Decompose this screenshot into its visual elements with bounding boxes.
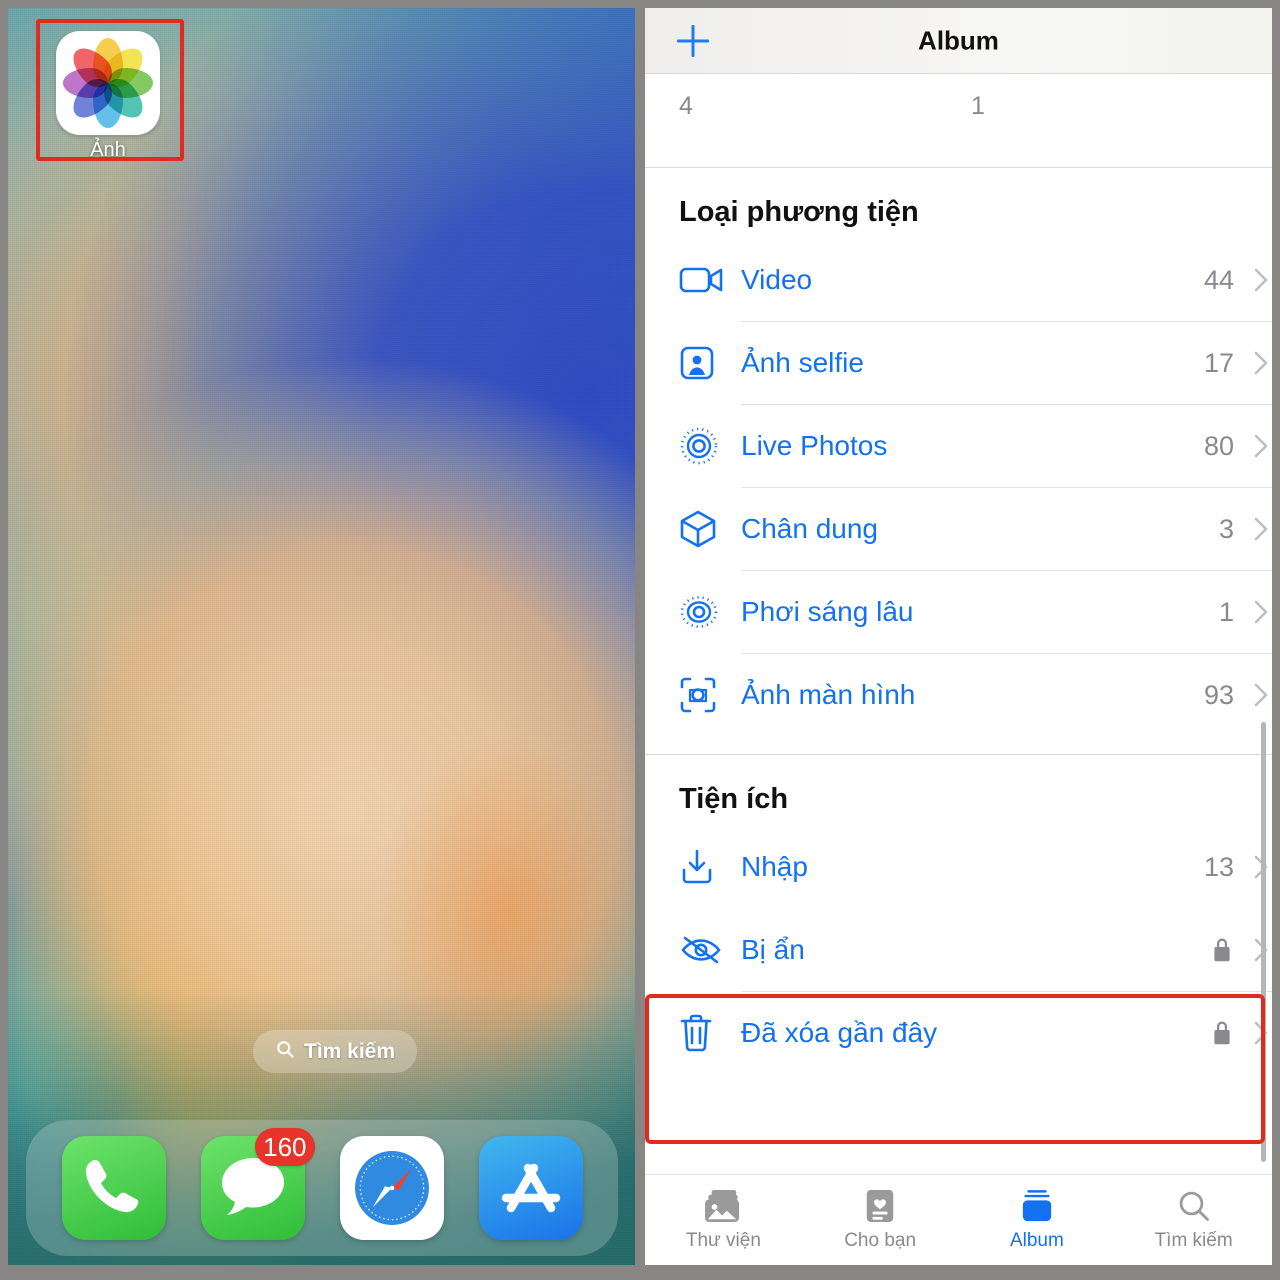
row-count: 13 <box>1203 851 1234 882</box>
video-icon <box>679 263 741 297</box>
row-portrait[interactable]: Chân dung 3 <box>645 488 1272 570</box>
partial-album-counts: 4 1 <box>679 92 1238 121</box>
tab-library[interactable]: Thư viện <box>645 1175 802 1265</box>
row-label: Ảnh màn hình <box>741 679 916 710</box>
row-recently-deleted[interactable]: Đã xóa gần đây <box>645 992 1272 1074</box>
dock-app-messages[interactable]: 160 <box>200 1128 315 1240</box>
page-title: Album <box>918 25 999 55</box>
utility-rows: Nhập 13 Bị ẩn Đã xóa gần đây <box>645 826 1272 1074</box>
home-search-pill[interactable]: Tìm kiếm <box>253 1030 418 1073</box>
lock-icon <box>1212 1020 1232 1046</box>
iphone-home-screen: Ảnh Tìm kiếm 160 <box>8 8 635 1265</box>
partial-count-1: 4 <box>679 92 693 120</box>
chevron-right-icon <box>1250 433 1272 459</box>
cube-icon <box>679 509 741 549</box>
chevron-right-icon <box>1250 267 1272 293</box>
section-title-utilities: Tiện ích <box>679 783 789 815</box>
row-screenshots[interactable]: Ảnh màn hình 93 <box>645 654 1272 736</box>
section-title-media-types: Loại phương tiện <box>679 196 919 228</box>
row-hidden[interactable]: Bị ẩn <box>645 909 1272 991</box>
wallpaper-grain <box>8 8 635 1265</box>
row-count: 3 <box>1218 513 1234 544</box>
home-app-photos[interactable]: Ảnh <box>36 19 180 161</box>
partial-album-row: 4 1 <box>645 74 1272 167</box>
row-label: Bị ẩn <box>741 934 805 965</box>
trash-icon <box>679 1013 741 1053</box>
row-imports[interactable]: Nhập 13 <box>645 826 1272 908</box>
library-icon <box>704 1188 742 1224</box>
photos-app-label: Ảnh <box>90 139 126 161</box>
eye-slash-icon <box>679 934 741 966</box>
dock-app-safari[interactable] <box>339 1136 444 1240</box>
album-scroll-area[interactable]: 4 1 Loại phương tiện Video 44 Ảnh selfie… <box>645 74 1272 1174</box>
dock-app-phone[interactable] <box>61 1136 166 1240</box>
tab-for-you[interactable]: Cho bạn <box>802 1175 959 1265</box>
partial-count-2: 1 <box>971 92 985 120</box>
row-count: 44 <box>1203 264 1234 295</box>
chevron-right-icon <box>1250 350 1272 376</box>
home-search-label: Tìm kiếm <box>304 1039 396 1063</box>
chevron-right-icon <box>1250 682 1272 708</box>
chevron-right-icon <box>1250 516 1272 542</box>
screenshot-root: Ảnh Tìm kiếm 160 Album 4 1 Loại phương t… <box>0 0 1280 1280</box>
row-video[interactable]: Video 44 <box>645 239 1272 321</box>
row-label: Phơi sáng lâu <box>741 596 914 627</box>
chevron-right-icon <box>1250 599 1272 625</box>
row-count: 80 <box>1203 430 1234 461</box>
selfie-icon <box>679 345 741 381</box>
row-count: 1 <box>1218 596 1234 627</box>
row-label: Nhập <box>741 851 808 882</box>
row-label: Đã xóa gần đây <box>741 1017 938 1048</box>
row-label: Ảnh selfie <box>741 347 864 378</box>
long-exposure-icon <box>679 592 741 632</box>
lock-icon <box>1212 937 1232 963</box>
album-nav-bar: Album <box>645 8 1272 74</box>
tab-label: Cho bạn <box>844 1230 917 1251</box>
screenshot-icon <box>679 676 741 714</box>
row-selfies[interactable]: Ảnh selfie 17 <box>645 322 1272 404</box>
tab-label: Album <box>1009 1230 1064 1251</box>
search-icon <box>275 1039 295 1064</box>
import-icon <box>679 848 741 886</box>
albums-icon <box>1020 1188 1054 1224</box>
row-label: Video <box>741 264 813 295</box>
messages-badge: 160 <box>255 1128 315 1166</box>
row-label: Chân dung <box>741 513 879 544</box>
search-icon <box>1177 1188 1211 1224</box>
partial-album-titles <box>679 74 1238 90</box>
row-count: 93 <box>1203 679 1234 710</box>
photos-album-screen: Album 4 1 Loại phương tiện Video 44 Ảnh … <box>645 8 1272 1265</box>
for-you-icon <box>865 1188 895 1224</box>
media-type-rows: Video 44 Ảnh selfie 17 Live Photos 80 Ch… <box>645 239 1272 736</box>
tab-albums[interactable]: Album <box>959 1175 1116 1265</box>
row-count: 17 <box>1203 347 1234 378</box>
photos-pinwheel-icon <box>63 38 153 128</box>
photos-app-icon <box>56 31 160 135</box>
home-dock: 160 <box>26 1120 618 1256</box>
tab-label: Tìm kiếm <box>1154 1230 1233 1251</box>
tab-label: Thư viện <box>685 1230 761 1251</box>
live-photo-icon <box>679 426 741 466</box>
row-label: Live Photos <box>741 430 888 461</box>
vertical-scrollbar[interactable] <box>1261 722 1266 1162</box>
row-live-photos[interactable]: Live Photos 80 <box>645 405 1272 487</box>
tab-search[interactable]: Tìm kiếm <box>1115 1175 1272 1265</box>
row-long-exposure[interactable]: Phơi sáng lâu 1 <box>645 571 1272 653</box>
photos-tab-bar: Thư viện Cho bạn Album Tìm kiếm <box>645 1174 1272 1265</box>
dock-app-app-store[interactable] <box>478 1136 583 1240</box>
